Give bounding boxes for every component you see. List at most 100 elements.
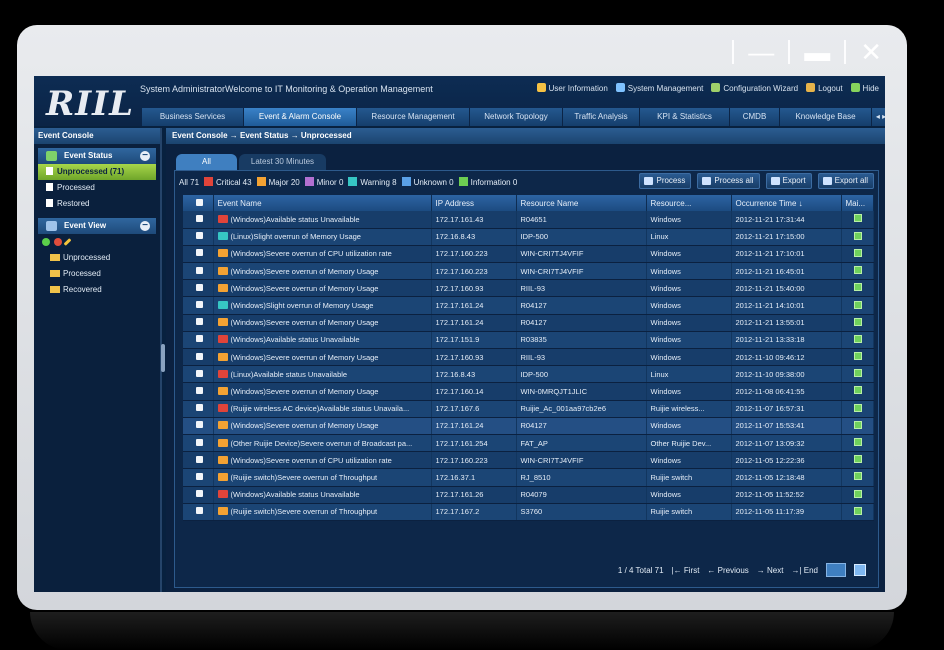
previous-page-button[interactable]: ← Previous bbox=[707, 566, 748, 575]
column-header[interactable]: Resource Name bbox=[516, 195, 647, 211]
row-checkbox-cell[interactable] bbox=[183, 211, 214, 229]
nav-tab-business-services[interactable]: Business Services bbox=[142, 108, 244, 126]
checkbox[interactable] bbox=[196, 301, 203, 309]
column-header[interactable]: Event Name bbox=[213, 195, 432, 211]
row-checkbox-cell[interactable] bbox=[183, 279, 214, 298]
maintenance-icon[interactable] bbox=[853, 386, 862, 395]
legend-item[interactable]: Information 0 bbox=[458, 177, 517, 187]
legend-item[interactable]: Major 20 bbox=[256, 177, 300, 187]
nav-tab-kpi-statistics[interactable]: KPI & Statistics bbox=[640, 108, 730, 126]
collapse-icon[interactable]: − bbox=[140, 151, 150, 161]
checkbox[interactable] bbox=[196, 318, 203, 326]
row-checkbox-cell[interactable] bbox=[183, 468, 214, 487]
row-checkbox-cell[interactable] bbox=[183, 228, 214, 246]
table-row[interactable]: (Windows)Severe overrun of Memory Usage 1… bbox=[183, 314, 874, 332]
select-all-checkbox-cell[interactable] bbox=[183, 195, 214, 211]
maintenance-icon[interactable] bbox=[853, 472, 862, 481]
legend-item[interactable]: Minor 0 bbox=[304, 177, 343, 187]
checkbox[interactable] bbox=[196, 438, 203, 446]
event-view-header[interactable]: Event View − bbox=[38, 218, 156, 234]
close-icon[interactable]: ✕ bbox=[860, 39, 882, 65]
nav-tab-traffic-analysis[interactable]: Traffic Analysis bbox=[563, 108, 640, 126]
maintenance-icon[interactable] bbox=[853, 283, 862, 292]
legend-all[interactable]: All 71 bbox=[179, 178, 199, 187]
status-item[interactable]: Restored bbox=[38, 196, 156, 212]
maintenance-icon[interactable] bbox=[853, 489, 862, 498]
row-checkbox-cell[interactable] bbox=[183, 503, 214, 521]
table-row[interactable]: (Windows)Slight overrun of Memory Usage 1… bbox=[183, 296, 874, 315]
checkbox[interactable] bbox=[196, 421, 203, 429]
restore-icon[interactable]: ▬ bbox=[804, 39, 830, 65]
view-folder[interactable]: Recovered bbox=[34, 282, 160, 298]
maintenance-icon[interactable] bbox=[853, 420, 862, 429]
table-row[interactable]: (Windows)Severe overrun of Memory Usage 1… bbox=[183, 417, 874, 435]
checkbox[interactable] bbox=[196, 490, 203, 498]
go-button[interactable] bbox=[854, 564, 866, 576]
row-checkbox-cell[interactable] bbox=[183, 314, 214, 332]
sidebar-splitter[interactable] bbox=[161, 344, 165, 372]
maintenance-icon[interactable] bbox=[853, 438, 862, 447]
view-folder[interactable]: Processed bbox=[34, 266, 160, 282]
maintenance-icon[interactable] bbox=[853, 248, 862, 257]
nav-tab-knowledge-base[interactable]: Knowledge Base bbox=[780, 108, 872, 126]
row-checkbox-cell[interactable] bbox=[183, 486, 214, 504]
subtab[interactable]: All bbox=[176, 154, 237, 170]
next-page-button[interactable]: → Next bbox=[757, 566, 784, 575]
legend-item[interactable]: Unknown 0 bbox=[401, 177, 454, 187]
maintenance-icon[interactable] bbox=[853, 455, 862, 464]
table-row[interactable]: (Ruijie switch)Severe overrun of Through… bbox=[183, 468, 874, 487]
process-all-button[interactable]: Process all bbox=[697, 173, 760, 189]
top-link-logout[interactable]: Logout bbox=[806, 83, 843, 93]
top-link-system-management[interactable]: System Management bbox=[615, 83, 703, 93]
checkbox[interactable] bbox=[196, 369, 203, 377]
row-checkbox-cell[interactable] bbox=[183, 348, 214, 367]
maintenance-icon[interactable] bbox=[853, 266, 862, 275]
checkbox[interactable] bbox=[196, 232, 203, 240]
table-row[interactable]: (Ruijie wireless AC device)Available sta… bbox=[183, 400, 874, 418]
table-row[interactable]: (Windows)Severe overrun of Memory Usage 1… bbox=[183, 348, 874, 367]
row-checkbox-cell[interactable] bbox=[183, 331, 214, 350]
row-checkbox-cell[interactable] bbox=[183, 417, 214, 435]
top-link-configuration-wizard[interactable]: Configuration Wizard bbox=[711, 83, 798, 93]
legend-item[interactable]: Critical 43 bbox=[204, 177, 252, 187]
table-row[interactable]: (Windows)Severe overrun of CPU utilizati… bbox=[183, 245, 874, 264]
nav-tab-cmdb[interactable]: CMDB bbox=[730, 108, 780, 126]
process-button[interactable]: Process bbox=[639, 173, 692, 189]
checkbox[interactable] bbox=[196, 335, 203, 343]
checkbox[interactable] bbox=[196, 249, 203, 257]
row-checkbox-cell[interactable] bbox=[183, 382, 214, 401]
top-link-hide[interactable]: Hide bbox=[850, 83, 879, 93]
column-header[interactable]: Occurrence Time ↓ bbox=[731, 195, 842, 211]
nav-tab-event-alarm-console[interactable]: Event & Alarm Console bbox=[244, 108, 357, 126]
column-header[interactable]: IP Address bbox=[431, 195, 517, 211]
table-row[interactable]: (Windows)Available status Unavailable 172… bbox=[183, 331, 874, 350]
maintenance-icon[interactable] bbox=[853, 317, 862, 326]
row-checkbox-cell[interactable] bbox=[183, 451, 214, 470]
checkbox[interactable] bbox=[196, 266, 203, 274]
remove-icon[interactable] bbox=[54, 238, 62, 246]
table-row[interactable]: (Windows)Severe overrun of Memory Usage 1… bbox=[183, 279, 874, 298]
checkbox[interactable] bbox=[196, 386, 203, 394]
legend-item[interactable]: Warning 8 bbox=[348, 177, 397, 187]
row-checkbox-cell[interactable] bbox=[183, 400, 214, 418]
maintenance-icon[interactable] bbox=[853, 334, 862, 343]
page-number-input[interactable] bbox=[826, 563, 846, 577]
maintenance-icon[interactable] bbox=[853, 352, 862, 361]
table-row[interactable]: (Windows)Severe overrun of Memory Usage 1… bbox=[183, 262, 874, 281]
table-row[interactable]: (Windows)Severe overrun of Memory Usage 1… bbox=[183, 382, 874, 401]
end-page-button[interactable]: →| End bbox=[791, 566, 818, 575]
table-row[interactable]: (Windows)Available status Unavailable 172… bbox=[183, 211, 874, 229]
checkbox[interactable] bbox=[196, 404, 203, 412]
table-row[interactable]: (Other Ruijie Device)Severe overrun of B… bbox=[183, 434, 874, 453]
checkbox[interactable] bbox=[196, 455, 203, 463]
checkbox[interactable] bbox=[196, 352, 203, 360]
maintenance-icon[interactable] bbox=[853, 231, 862, 240]
table-row[interactable]: (Windows)Severe overrun of CPU utilizati… bbox=[183, 451, 874, 470]
checkbox[interactable] bbox=[196, 214, 203, 222]
status-item[interactable]: Unprocessed (71) bbox=[38, 164, 156, 180]
checkbox[interactable] bbox=[196, 472, 203, 480]
row-checkbox-cell[interactable] bbox=[183, 434, 214, 453]
subtab[interactable]: Latest 30 Minutes bbox=[238, 154, 327, 170]
add-icon[interactable] bbox=[42, 238, 50, 246]
first-page-button[interactable]: |← First bbox=[672, 566, 700, 575]
